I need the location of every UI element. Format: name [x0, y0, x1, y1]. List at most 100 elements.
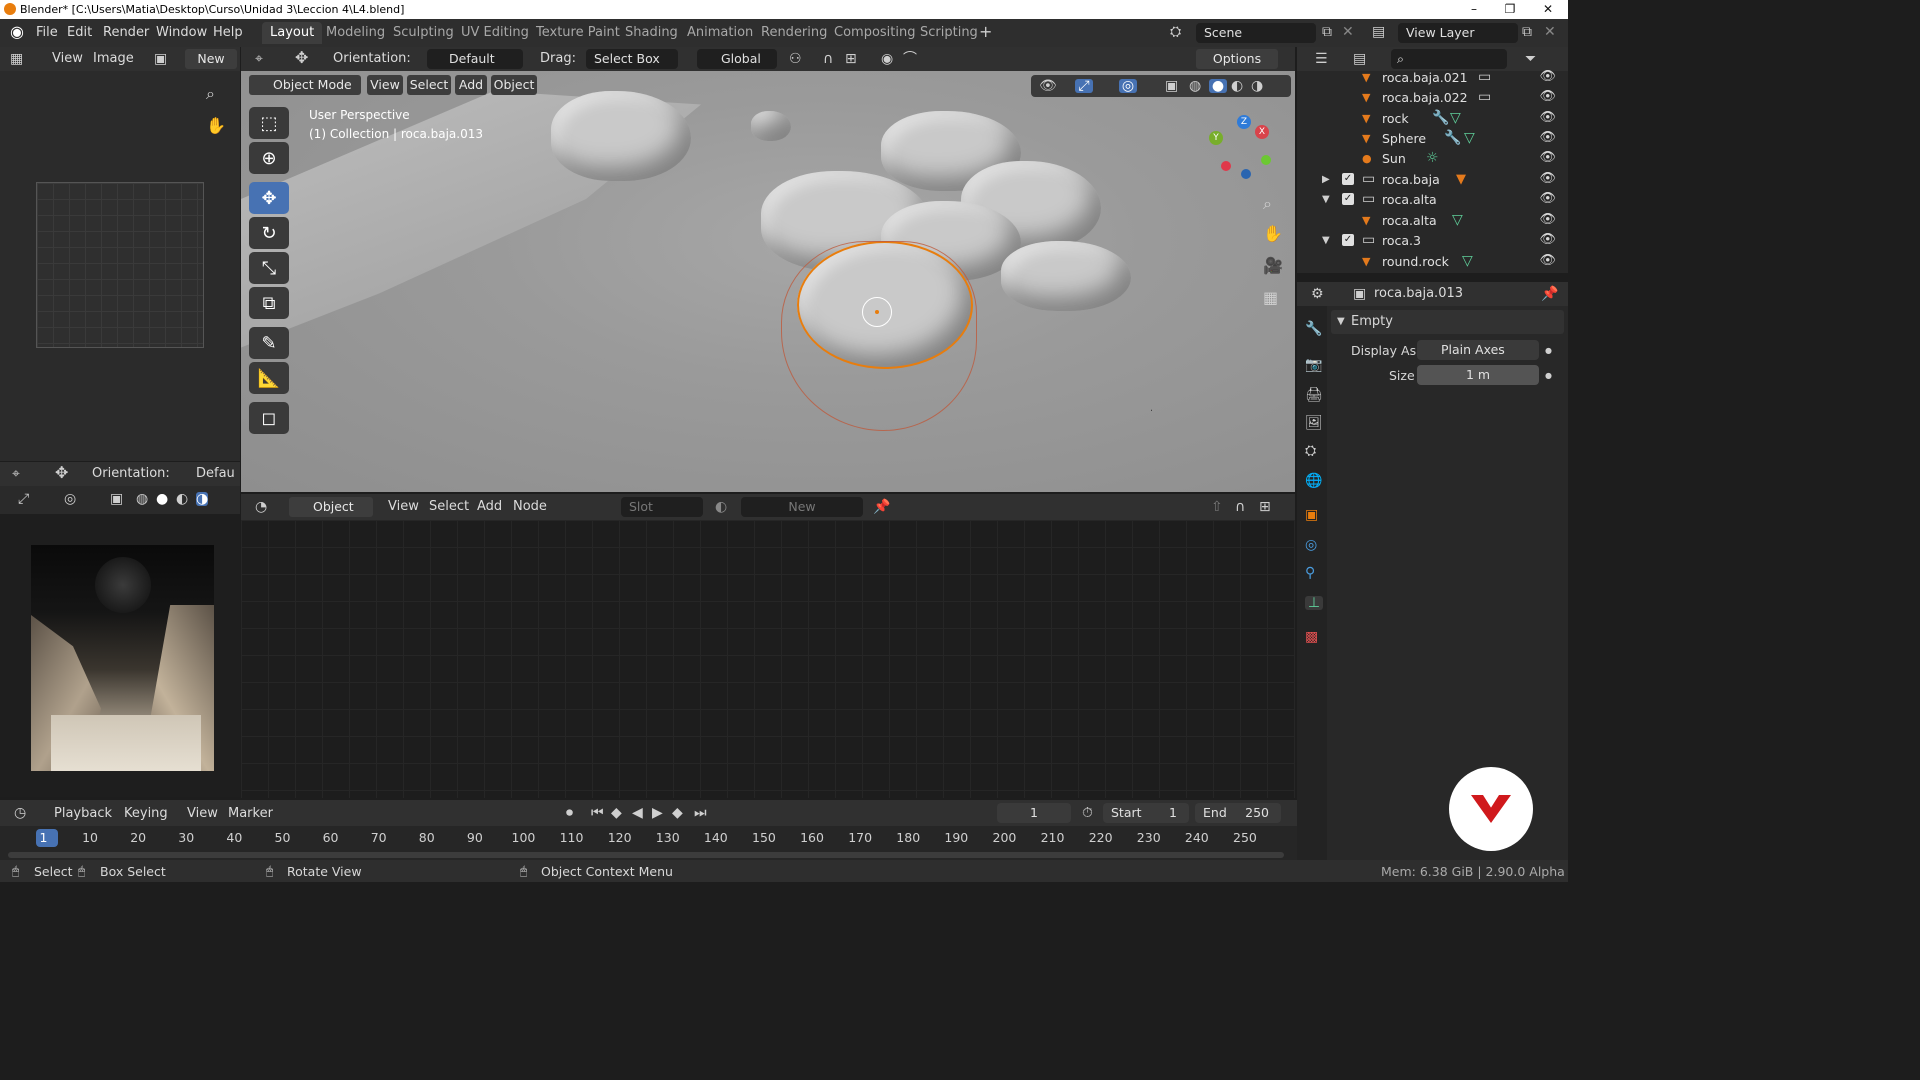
blender-logo-icon[interactable]: ◉	[10, 24, 24, 40]
node-editor-type-icon[interactable]: ◔	[255, 500, 267, 514]
gizmo-neg-z[interactable]	[1241, 169, 1251, 179]
viewport-view-menu[interactable]: View	[367, 75, 403, 95]
outliner-row[interactable]: ▼ roca.baja.022 ▭ 👁	[1298, 87, 1568, 107]
3d-viewport[interactable]: User Perspective (1) Collection | roca.b…	[241, 71, 1295, 492]
rotate-tool[interactable]: ↻	[249, 217, 289, 249]
move-tool[interactable]: ✥	[249, 182, 289, 214]
tab-texture-paint[interactable]: Texture Paint	[528, 22, 628, 44]
keying-menu[interactable]: Keying	[124, 806, 168, 821]
menu-render[interactable]: Render	[103, 25, 149, 40]
outliner-row[interactable]: ▼ round.rock ▽ 👁	[1298, 251, 1568, 271]
timeline-editor-icon[interactable]: ◷	[14, 806, 26, 820]
play-reverse-icon[interactable]: ◀	[632, 806, 643, 820]
drag-dropdown[interactable]: Select Box	[586, 49, 678, 69]
gizmo-neg-y[interactable]	[1261, 155, 1271, 165]
marker-menu[interactable]: Marker	[228, 806, 273, 821]
tab-compositing[interactable]: Compositing	[826, 22, 924, 44]
outliner-row[interactable]: ● Sun ☼ 👁	[1298, 148, 1568, 168]
proportional-edit-icon[interactable]: ◉	[881, 52, 893, 66]
tool-tab-icon[interactable]: 🔧	[1305, 322, 1322, 336]
image-menu[interactable]: Image	[93, 51, 134, 66]
transform-orientation-dropdown[interactable]: Global	[697, 49, 777, 69]
next-keyframe-icon[interactable]: ◆	[672, 806, 683, 820]
empty-section-header[interactable]: ▼ Empty	[1331, 310, 1564, 334]
viewport-zoom-icon[interactable]: ⌕	[1263, 196, 1272, 212]
constraints-tab-icon[interactable]: ⚲	[1305, 566, 1315, 580]
object-mode-dropdown[interactable]: Object Mode	[249, 75, 361, 95]
playback-menu[interactable]: Playback	[54, 806, 112, 821]
gizmo-y-axis[interactable]: Y	[1209, 131, 1223, 145]
menu-file[interactable]: File	[36, 25, 58, 40]
orientation-value[interactable]: Defau	[196, 466, 235, 481]
pivot-icon[interactable]: ⚇	[789, 52, 802, 66]
collection-checkbox[interactable]: ✓	[1342, 234, 1354, 246]
add-workspace-icon[interactable]: +	[979, 24, 992, 40]
editor-type-icon[interactable]: ▦	[10, 52, 23, 66]
node-add-menu[interactable]: Add	[477, 499, 502, 514]
rendered-shading-icon[interactable]: ◑	[1251, 79, 1263, 93]
keyframe-dot-icon[interactable]: ●	[1545, 369, 1552, 383]
options-dropdown[interactable]: Options	[1196, 49, 1278, 69]
viewport-pan-icon[interactable]: ✋	[1263, 226, 1283, 242]
start-frame-field[interactable]: Start 1	[1103, 803, 1189, 823]
snap-grid-icon[interactable]: ⊞	[845, 52, 857, 66]
select-box-tool[interactable]: ⬚	[249, 107, 289, 139]
snap-icon[interactable]: ∩	[1235, 500, 1245, 514]
play-icon[interactable]: ▶	[652, 806, 663, 820]
gizmo-neg-x[interactable]	[1221, 161, 1231, 171]
gizmo-icon[interactable]: ⤢	[18, 492, 29, 506]
object-data-tab-icon[interactable]: ⊥	[1305, 596, 1323, 610]
outliner-row[interactable]: ▼ roca.baja.021 ▭ 👁	[1298, 67, 1568, 87]
jump-end-icon[interactable]: ⏭	[694, 806, 707, 820]
minimize-button[interactable]: –	[1456, 0, 1492, 19]
texture-tab-icon[interactable]: ▩	[1305, 630, 1318, 644]
tab-scripting[interactable]: Scripting	[912, 22, 986, 44]
pan-hand-icon[interactable]: ✋	[206, 118, 226, 134]
scene-selector[interactable]: Scene	[1196, 23, 1316, 43]
scene-icon[interactable]: ⛭	[1170, 25, 1181, 39]
collapse-arrow-icon[interactable]: ▼	[1322, 234, 1330, 248]
material-slot-dropdown[interactable]: Slot	[621, 497, 703, 517]
gizmo-toggle-icon[interactable]: ⤢	[1075, 79, 1093, 93]
viewport-object-menu[interactable]: Object	[491, 75, 537, 95]
viewport-select-menu[interactable]: Select	[407, 75, 451, 95]
rendered-icon[interactable]: ◑	[196, 492, 209, 506]
tab-rendering[interactable]: Rendering	[753, 22, 835, 44]
image-editor-canvas[interactable]: ⌕ ✋	[0, 71, 240, 461]
image-view-menu[interactable]: View	[52, 51, 83, 66]
new-image-button[interactable]: New	[185, 49, 237, 69]
outliner-row[interactable]: ▼ Sphere 🔧 ▽ 👁	[1298, 128, 1568, 148]
node-view-menu[interactable]: View	[388, 499, 419, 514]
measure-tool[interactable]: 📐	[249, 362, 289, 394]
new-material-button[interactable]: New	[741, 497, 863, 517]
visibility-eye-icon[interactable]: 👁	[1539, 171, 1556, 186]
transform-tool-icon[interactable]: ⌖	[12, 467, 20, 481]
tab-layout[interactable]: Layout	[262, 22, 323, 44]
scale-tool[interactable]: ⤡	[249, 252, 289, 284]
properties-editor-icon[interactable]: ⚙	[1311, 287, 1324, 301]
timeline-scrollbar[interactable]	[8, 852, 1284, 858]
outliner-editor-icon[interactable]: ☰	[1315, 52, 1328, 66]
end-frame-field[interactable]: End 250	[1195, 803, 1281, 823]
solid-shading-icon[interactable]: ●	[1209, 79, 1227, 93]
view-layer-tab-icon[interactable]: 🖼	[1305, 416, 1323, 430]
visibility-eye-icon[interactable]: 👁	[1539, 69, 1556, 84]
tab-modeling[interactable]: Modeling	[318, 22, 393, 44]
orientation-dropdown[interactable]: Default	[427, 49, 523, 69]
node-node-menu[interactable]: Node	[513, 499, 547, 514]
zoom-icon[interactable]: ⌕	[206, 86, 215, 102]
image-browse-icon[interactable]: ▣	[154, 52, 167, 66]
xray-icon[interactable]: ▣	[110, 492, 123, 506]
tab-sculpting[interactable]: Sculpting	[385, 22, 462, 44]
outliner-row[interactable]: ▼ ✓ ▭ roca.3 👁	[1298, 230, 1568, 250]
menu-help[interactable]: Help	[213, 25, 243, 40]
tab-shading[interactable]: Shading	[617, 22, 686, 44]
remove-scene-icon[interactable]: ✕	[1342, 25, 1354, 39]
gizmo-x-axis[interactable]: X	[1255, 125, 1269, 139]
physics-tab-icon[interactable]: ◎	[1305, 538, 1317, 552]
material-browse-icon[interactable]: ◐	[715, 500, 727, 514]
visibility-icon[interactable]: 👁	[1039, 79, 1057, 93]
jump-start-icon[interactable]: ⏮	[591, 806, 604, 820]
move-icon[interactable]: ✥	[55, 465, 68, 481]
keyframe-dot-icon[interactable]: ●	[1545, 344, 1552, 358]
